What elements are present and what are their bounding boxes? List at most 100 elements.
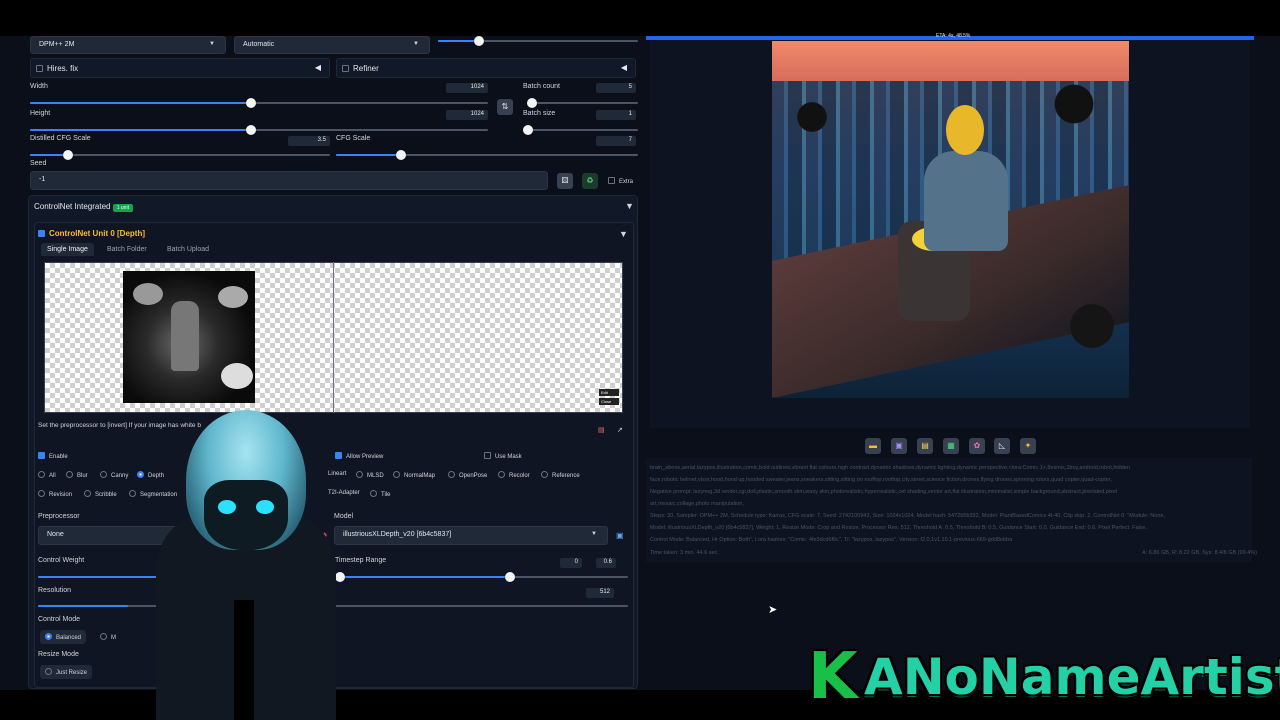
radio-revision[interactable]: Revision [38, 490, 72, 498]
radio-circle[interactable] [541, 471, 548, 478]
radio-circle[interactable] [448, 471, 455, 478]
zip-icon[interactable]: ▤ [917, 438, 933, 454]
width-input[interactable]: 1024 [446, 83, 488, 93]
folder-icon[interactable]: ▬ [865, 438, 881, 454]
vtuber-avatar [86, 400, 366, 720]
slider-thumb[interactable] [523, 125, 533, 135]
recycle-icon: ♻ [586, 176, 594, 185]
info-line: face,robotic helmet,visor,hood,hood up,h… [650, 477, 1112, 483]
radio-label: Just Resize [56, 670, 88, 676]
seed-input[interactable]: -1 [30, 171, 548, 190]
radio-circle[interactable] [66, 471, 73, 478]
distilled-cfg-slider[interactable] [30, 150, 330, 160]
radio-circle[interactable] [45, 668, 52, 675]
checkbox-box[interactable] [38, 452, 45, 459]
refiner-label: Refiner [353, 64, 379, 73]
batch-count-slider[interactable] [527, 98, 638, 108]
height-input[interactable]: 1024 [446, 110, 488, 120]
enable-checkbox[interactable]: Enable [38, 452, 68, 460]
height-slider[interactable] [30, 125, 488, 135]
collapse-triangle-icon[interactable]: ▼ [619, 229, 628, 239]
edit-button[interactable]: Edit [599, 389, 619, 396]
radio-openpose[interactable]: OpenPose [448, 471, 487, 479]
reuse-seed-button[interactable]: ♻ [582, 173, 598, 189]
radio-label: Tile [381, 492, 391, 498]
resolution-input[interactable]: 512 [586, 588, 614, 598]
arrow-icon[interactable]: ↗ [617, 426, 623, 434]
radio-circle[interactable] [45, 633, 52, 640]
checkbox-box[interactable] [608, 177, 615, 184]
slider-thumb[interactable] [63, 150, 73, 160]
random-seed-button[interactable]: ⚄ [557, 173, 573, 189]
radio-blur[interactable]: Blur [66, 471, 88, 479]
radio-label: MLSD [367, 473, 384, 479]
radio-circle[interactable] [38, 471, 45, 478]
palette-icon[interactable]: ✿ [969, 438, 985, 454]
caret-left-icon: ◀ [314, 63, 321, 72]
controlnet-title: ControlNet Integrated 1 unit [34, 202, 133, 212]
radio-recolor[interactable]: Recolor [498, 471, 530, 479]
unit-enable-header[interactable]: ControlNet Unit 0 [Depth] [38, 229, 145, 238]
preprocessor-label: Preprocessor [38, 513, 80, 520]
dice-icon: ⚄ [561, 176, 569, 185]
batch-size-slider[interactable] [523, 125, 638, 135]
vram-usage: A: 6.86 GB, R: 8.22 GB, Sys: 8.4/8 GB (9… [1142, 550, 1257, 556]
refiner-checkbox[interactable] [342, 65, 349, 72]
radio-circle[interactable] [393, 471, 400, 478]
slider-thumb[interactable] [527, 98, 537, 108]
info-line: Negative prompt: lazyneg,3d render,cgi,d… [650, 489, 1118, 495]
radio-circle[interactable] [38, 490, 45, 497]
sampler-select[interactable]: DPM++ 2M ▼ [30, 36, 226, 54]
collapse-triangle-icon[interactable]: ▼ [625, 201, 634, 211]
timestep-start-input[interactable]: 0 [560, 558, 582, 568]
generated-image[interactable] [772, 41, 1129, 398]
schedule-select[interactable]: Automatic ▼ [234, 36, 430, 54]
tab-batch-upload[interactable]: Batch Upload [167, 246, 209, 253]
radio-reference[interactable]: Reference [541, 471, 580, 479]
extra-checkbox[interactable]: Extra [608, 177, 633, 185]
image-icon[interactable]: ▦ [943, 438, 959, 454]
star-icon[interactable]: ✦ [1020, 438, 1036, 454]
close-button[interactable]: Close [599, 398, 619, 405]
slider-thumb[interactable] [246, 125, 256, 135]
tab-batch-folder[interactable]: Batch Folder [107, 246, 147, 253]
info-line: art,mosaic,collage,photo manipulation, [650, 501, 744, 507]
cfg-scale-input[interactable]: 7 [596, 136, 636, 146]
model-select[interactable]: illustriousXLDepth_v20 [6b4c5837] ▼ [334, 526, 608, 545]
resize-mode-label: Resize Mode [38, 651, 79, 658]
radio-circle[interactable] [370, 490, 377, 497]
android-helmet [946, 105, 984, 155]
radio-all[interactable]: All [38, 471, 56, 479]
batch-size-input[interactable]: 1 [596, 110, 636, 120]
control-mode-balanced[interactable]: Balanced [40, 630, 87, 644]
unit-checkbox[interactable] [38, 230, 45, 237]
hires-fix-accordion[interactable]: Hires. fix ◀ [30, 58, 330, 78]
save-icon[interactable]: ▣ [891, 438, 907, 454]
use-mask-label: Use Mask [495, 454, 522, 460]
slider-thumb-end[interactable] [505, 572, 515, 582]
batch-count-input[interactable]: 5 [596, 83, 636, 93]
slider-thumb[interactable] [396, 150, 406, 160]
refresh-models-icon[interactable]: ▣ [616, 531, 624, 540]
width-slider[interactable] [30, 98, 488, 108]
distilled-cfg-input[interactable]: 3.5 [288, 136, 330, 146]
slider-thumb[interactable] [474, 36, 484, 46]
steps-slider[interactable] [438, 36, 638, 46]
send-icon[interactable]: ▤ [598, 426, 605, 434]
tab-single-image[interactable]: Single Image [41, 243, 94, 256]
radio-normalmap[interactable]: NormalMap [393, 471, 435, 479]
slider-thumb[interactable] [246, 98, 256, 108]
timestep-end-input[interactable]: 0.6 [596, 558, 616, 568]
height-label: Height [30, 110, 51, 117]
cfg-scale-slider[interactable] [336, 150, 638, 160]
radio-circle[interactable] [498, 471, 505, 478]
radio-tile[interactable]: Tile [370, 490, 390, 498]
hires-checkbox[interactable] [36, 65, 43, 72]
refiner-accordion[interactable]: Refiner ◀ [336, 58, 636, 78]
use-mask-checkbox[interactable]: Use Mask [484, 452, 522, 460]
ruler-icon[interactable]: ◺ [994, 438, 1010, 454]
swap-dimensions-button[interactable]: ⇅ [497, 99, 513, 115]
slider-fill [30, 129, 251, 131]
resize-mode-just-resize[interactable]: Just Resize [40, 665, 93, 679]
checkbox-box[interactable] [484, 452, 491, 459]
